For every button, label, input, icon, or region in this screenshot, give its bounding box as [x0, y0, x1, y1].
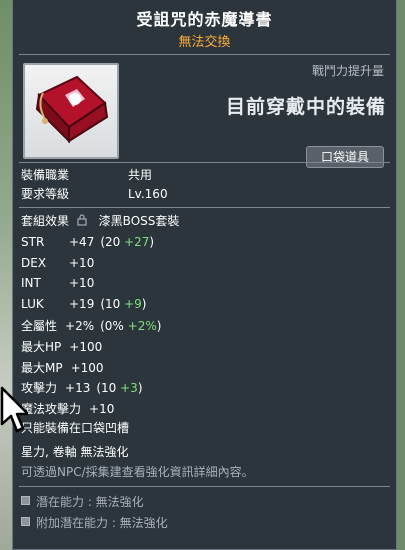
divider — [19, 486, 390, 487]
pocket-item-badge: 口袋道具 — [306, 146, 384, 168]
stat-bonus: +9 — [124, 296, 142, 311]
stat-row: INT +10 — [21, 276, 100, 290]
stat-label: 最大HP — [21, 340, 62, 354]
stat-close: ) — [149, 235, 155, 249]
no-enhance-note: 星力, 卷軸 無法強化 — [21, 445, 129, 459]
stat-value: +13 — [65, 381, 91, 396]
set-effect-value: 漆黑BOSS套裝 — [98, 214, 180, 228]
level-value: Lv.160 — [128, 187, 168, 201]
stat-label: 全屬性 — [21, 319, 58, 334]
stat-label: LUK — [21, 296, 44, 311]
stat-close: ) — [141, 296, 147, 311]
potential-label: 潛在能力 : 無法強化 — [36, 495, 144, 509]
additional-potential-row: 附加潛在能力 : 無法強化 — [21, 514, 168, 531]
pocket-only-note: 只能裝備在口袋凹槽 — [21, 421, 130, 435]
job-label: 裝備職業 — [21, 168, 70, 182]
stat-value: +19 — [69, 296, 95, 311]
set-effect-row: 套組效果 漆黑BOSS套裝 — [21, 212, 179, 229]
stat-label: INT — [21, 276, 41, 291]
stat-row: 最大MP +100 — [21, 359, 110, 376]
set-effect-label: 套組效果 — [21, 214, 70, 228]
divider — [19, 207, 390, 208]
trade-status: 無法交換 — [178, 35, 231, 50]
stat-close: ) — [137, 381, 143, 396]
stat-bonus: +27 — [124, 235, 150, 249]
item-name: 受詛咒的赤魔導書 — [136, 10, 273, 29]
stat-row: STR +47 (20 +27) — [21, 235, 154, 249]
item-tooltip: 受詛咒的赤魔導書 無法交換 戰鬥力提升量 目前穿戴中的裝備 口袋道具 裝備職業 共… — [12, 0, 397, 550]
additional-potential-grade-icon — [21, 517, 30, 526]
combat-power-label: 戰鬥力提升量 — [311, 64, 384, 78]
stat-base: (10 — [100, 296, 125, 311]
stat-value: +10 — [89, 401, 115, 416]
stat-value: +47 — [69, 235, 95, 249]
stat-base: (10 — [96, 381, 121, 396]
stat-label: 魔法攻擊力 — [21, 401, 82, 416]
stat-bonus: +3 — [120, 381, 138, 396]
stat-value: +100 — [70, 360, 104, 375]
stat-row: 攻擊力 +13 (10 +3) — [21, 379, 143, 396]
job-value: 共用 — [128, 168, 153, 182]
stat-label: STR — [21, 235, 45, 249]
stat-row: LUK +19 (10 +9) — [21, 297, 146, 311]
stat-row: 全屬性 +2% (0% +2%) — [21, 317, 161, 334]
currently-equipped-label: 目前穿戴中的裝備 — [225, 96, 386, 118]
mouse-cursor-icon — [0, 386, 28, 433]
stat-base: (20 — [100, 235, 125, 249]
stat-bonus: +2% — [127, 319, 157, 334]
additional-potential-label: 附加潛在能力 : 無法強化 — [36, 516, 168, 530]
divider — [19, 54, 390, 55]
stat-value: +100 — [69, 340, 103, 354]
stat-close: ) — [156, 319, 162, 334]
potential-grade-icon — [21, 496, 30, 505]
stat-value: +10 — [69, 255, 95, 270]
stat-row: DEX +10 — [21, 256, 100, 270]
lock-icon — [77, 214, 87, 226]
stat-label: DEX — [21, 255, 47, 270]
stat-label: 最大MP — [21, 360, 63, 375]
item-icon-frame — [23, 63, 119, 159]
red-grimoire-icon — [35, 75, 109, 144]
level-label: 要求等級 — [21, 187, 70, 201]
stat-row: 最大HP +100 — [21, 338, 108, 355]
job-row: 裝備職業 共用 — [21, 166, 152, 183]
potential-row: 潛在能力 : 無法強化 — [21, 493, 144, 510]
stat-base: (0% — [100, 319, 128, 334]
stat-row: 魔法攻擊力 +10 — [21, 400, 120, 417]
divider — [19, 162, 390, 163]
stat-value: +2% — [65, 319, 95, 334]
npc-hint-note: 可透過NPC/採集建查看強化資訊詳細內容。 — [21, 465, 254, 479]
stat-value: +10 — [69, 276, 95, 291]
level-row: 要求等級 Lv.160 — [21, 185, 168, 202]
